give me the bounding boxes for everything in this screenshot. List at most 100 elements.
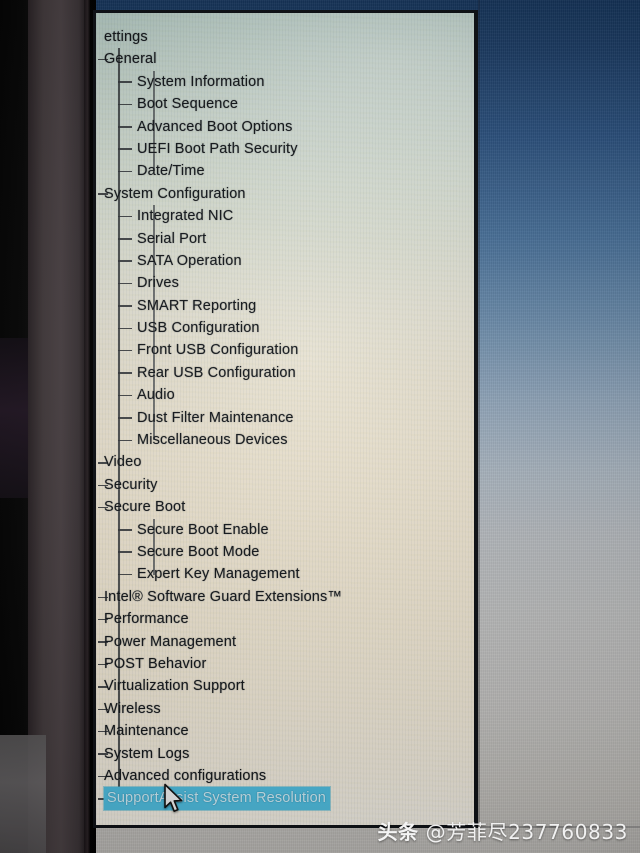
tree-item-label: Wireless: [104, 700, 161, 717]
tree-item[interactable]: Wireless: [96, 698, 474, 720]
tree-item[interactable]: Intel® Software Guard Extensions™: [96, 586, 474, 608]
monitor-bezel-face: [28, 0, 88, 853]
tree-item[interactable]: Front USB Configuration: [96, 339, 474, 361]
tree-item[interactable]: Advanced configurations: [96, 765, 474, 787]
tree-connector-elbow-icon: [118, 327, 132, 330]
tree-connector-elbow-icon: [118, 372, 132, 374]
tree-item-label: UEFI Boot Path Security: [137, 140, 298, 157]
tree-item[interactable]: POST Behavior: [96, 653, 474, 675]
tree-item-label: System Logs: [104, 745, 190, 762]
tree-item-label: Intel® Software Guard Extensions™: [104, 588, 343, 605]
tree-item[interactable]: Virtualization Support: [96, 675, 474, 697]
tree-item-label: Secure Boot Enable: [137, 521, 269, 538]
arrow-pointer-icon: [164, 783, 183, 812]
tree-connector-elbow-icon: [118, 529, 132, 531]
tree-connector-elbow-icon: [118, 282, 132, 285]
tree-item[interactable]: Drives: [96, 272, 474, 294]
tree-item-label: Performance: [104, 611, 189, 628]
watermark-brand: 头条: [377, 820, 419, 844]
tree-item-label: POST Behavior: [104, 655, 207, 672]
tree-connector-elbow-icon: [118, 148, 132, 150]
tree-connector-elbow-icon: [118, 305, 132, 307]
tree-item-label: System Configuration: [104, 185, 246, 202]
tree-item-label: Power Management: [104, 633, 237, 650]
tree-item-label: Video: [104, 454, 142, 471]
tree-connector-elbow-icon: [118, 573, 132, 576]
tree-item-label: USB Configuration: [137, 320, 260, 337]
tree-item[interactable]: Integrated NIC: [96, 205, 474, 227]
tree-item[interactable]: System Information: [96, 71, 474, 93]
tree-item[interactable]: System Configuration: [96, 183, 474, 205]
watermark-handle: @芳菲尽237760833: [425, 820, 628, 844]
tree-item[interactable]: Advanced Boot Options: [96, 116, 474, 138]
tree-item[interactable]: Power Management: [96, 631, 474, 653]
tree-connector-elbow-icon: [118, 417, 132, 419]
tree-connector-elbow-icon: [118, 349, 132, 352]
tree-item-label: Advanced configurations: [104, 767, 267, 784]
tree-item[interactable]: SMART Reporting: [96, 295, 474, 317]
tree-item-label: Serial Port: [137, 230, 207, 247]
tree-item-label: General: [104, 51, 157, 68]
tree-connector-elbow-icon: [118, 260, 132, 262]
settings-panel-frame: ettings General System Information Boot Seq…: [93, 10, 478, 828]
tree-item[interactable]: System Logs: [96, 743, 474, 765]
tree-item[interactable]: Miscellaneous Devices: [96, 429, 474, 451]
settings-tree[interactable]: ettings General System Information Boot Seq…: [96, 13, 474, 810]
bezel-shadow-block: [0, 338, 30, 498]
tree-item[interactable]: UEFI Boot Path Security: [96, 138, 474, 160]
tree-connector-elbow-icon: [118, 126, 132, 128]
tree-connector-elbow-icon: [118, 551, 132, 553]
tree-item-label: Integrated NIC: [137, 208, 234, 225]
tree-item-label: Maintenance: [104, 723, 189, 740]
tree-item-label: Virtualization Support: [104, 678, 245, 695]
tree-item[interactable]: Secure Boot Enable: [96, 519, 474, 541]
tree-item-label: Dust Filter Maintenance: [137, 409, 294, 426]
tree-item-label: System Information: [137, 73, 265, 90]
tree-item[interactable]: Secure Boot: [96, 496, 474, 518]
tree-item-label: Drives: [137, 275, 179, 292]
tree-connector-elbow-icon: [118, 394, 132, 397]
tree-item-label: Rear USB Configuration: [137, 364, 296, 381]
tree-item[interactable]: Expert Key Management: [96, 563, 474, 585]
tree-item-label: Expert Key Management: [137, 566, 300, 583]
tree-connector-elbow-icon: [118, 103, 132, 106]
background-vertical-seam: [478, 0, 480, 828]
settings-panel: ettings General System Information Boot Seq…: [96, 13, 474, 825]
tree-item-label: Secure Boot Mode: [137, 543, 260, 560]
tree-item[interactable]: Date/Time: [96, 160, 474, 182]
screenshot-photo: ettings General System Information Boot Seq…: [0, 0, 640, 853]
tree-item[interactable]: Security: [96, 474, 474, 496]
tree-item[interactable]: ettings: [96, 26, 474, 48]
tree-connector-elbow-icon: [118, 439, 132, 442]
tree-item[interactable]: Video: [96, 451, 474, 473]
tree-item-label: ettings: [104, 29, 148, 45]
tree-item-selected[interactable]: SupportAssist System Resolution: [96, 787, 474, 810]
tree-item[interactable]: Audio: [96, 384, 474, 406]
tree-item[interactable]: Boot Sequence: [96, 93, 474, 115]
tree-item-label: Front USB Configuration: [137, 342, 299, 359]
tree-item-label: Security: [104, 476, 158, 493]
tree-item[interactable]: Serial Port: [96, 228, 474, 250]
tree-item[interactable]: Performance: [96, 608, 474, 630]
tree-item-label: Advanced Boot Options: [137, 118, 293, 135]
tree-item[interactable]: SATA Operation: [96, 250, 474, 272]
monitor-bezel-edge: [84, 0, 90, 853]
tree-item[interactable]: Dust Filter Maintenance: [96, 407, 474, 429]
tree-connector-elbow-icon: [118, 170, 132, 173]
tree-item-label: Miscellaneous Devices: [137, 432, 288, 449]
tree-item-label: Date/Time: [137, 163, 205, 180]
tree-item-label: Audio: [137, 387, 175, 404]
tree-item[interactable]: USB Configuration: [96, 317, 474, 339]
tree-item[interactable]: Maintenance: [96, 720, 474, 742]
tree-item[interactable]: Rear USB Configuration: [96, 362, 474, 384]
tree-connector-elbow-icon: [118, 215, 132, 218]
tree-item[interactable]: General: [96, 48, 474, 70]
tree-item-label: Secure Boot: [104, 499, 186, 516]
tree-item[interactable]: Secure Boot Mode: [96, 541, 474, 563]
monitor-stand: [0, 735, 46, 853]
tree-item-label: SMART Reporting: [137, 297, 257, 314]
tree-item-label: SupportAssist System Resolution: [104, 787, 331, 810]
tree-item-label: Boot Sequence: [137, 96, 239, 113]
tree-item-label: SATA Operation: [137, 252, 242, 269]
tree-connector-elbow-icon: [118, 81, 132, 83]
